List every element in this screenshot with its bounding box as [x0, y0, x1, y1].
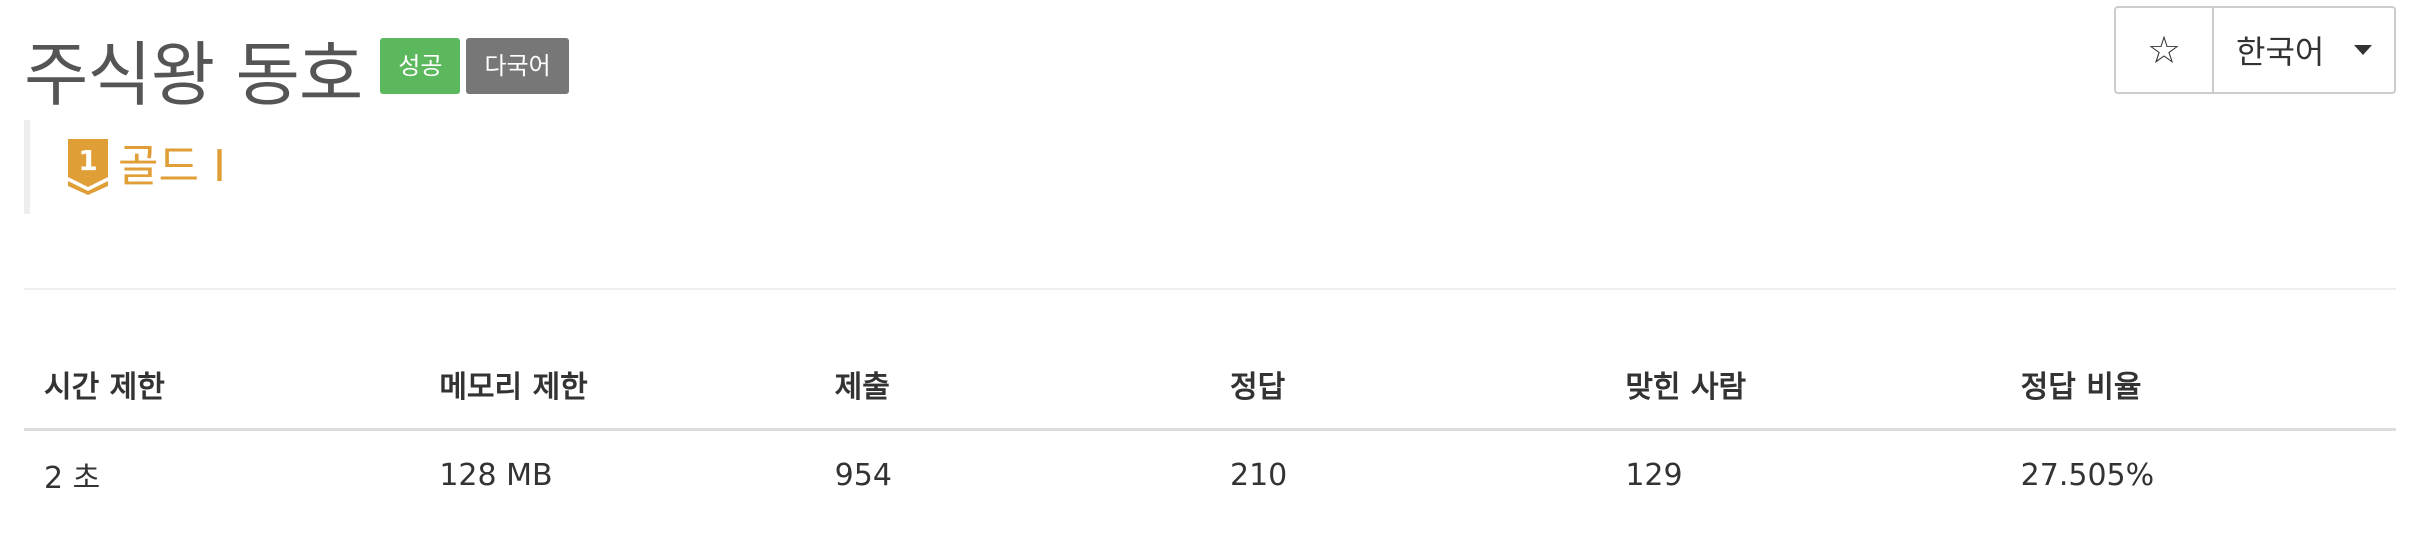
divider [24, 288, 2396, 290]
problem-info-table: 시간 제한 메모리 제한 제출 정답 맞힌 사람 정답 비율 2 초 128 M… [24, 340, 2396, 519]
cell-solved-users: 129 [1625, 457, 1683, 493]
tier-number: 1 [78, 144, 97, 177]
cell-accept-ratio: 27.505% [2020, 457, 2155, 493]
star-outline-icon: ☆ [2146, 28, 2182, 72]
header-solved-users: 맞힌 사람 [1605, 340, 2001, 431]
problem-actions: ☆ 한국어 [2114, 6, 2396, 94]
solved-status-badge: 성공 [380, 38, 461, 94]
header-accepted: 정답 [1209, 340, 1606, 431]
language-select-button[interactable]: 한국어 [2214, 8, 2394, 92]
problem-title: 주식왕 동호 [24, 34, 363, 116]
header-time-limit: 시간 제한 [24, 340, 420, 431]
table-header-row: 시간 제한 메모리 제한 제출 정답 맞힌 사람 정답 비율 [24, 340, 2396, 431]
multilanguage-badge: 다국어 [466, 38, 569, 94]
header-memory-limit: 메모리 제한 [419, 340, 815, 431]
tier-name[interactable]: 골드 I [118, 145, 226, 189]
cell-memory-limit: 128 MB [439, 457, 553, 493]
problem-page: 주식왕 동호 성공 다국어 ☆ 한국어 1 골드 I 시간 제한 메모리 제한 … [24, 0, 2396, 560]
cell-accepted: 210 [1229, 457, 1288, 493]
table-row: 2 초 128 MB 954 210 129 27.505% [24, 430, 2396, 520]
favorite-button[interactable]: ☆ [2116, 8, 2214, 92]
problem-header: 주식왕 동호 성공 다국어 [24, 0, 569, 110]
tier-gold-icon: 1 [68, 139, 108, 195]
tier-blockquote: 1 골드 I [24, 120, 624, 214]
cell-time-limit: 2 초 [44, 461, 101, 496]
language-label: 한국어 [2236, 33, 2325, 71]
caret-down-icon [2354, 45, 2373, 55]
cell-submissions: 954 [834, 457, 892, 493]
header-accept-ratio: 정답 비율 [2000, 340, 2396, 431]
header-submissions: 제출 [814, 340, 1210, 431]
